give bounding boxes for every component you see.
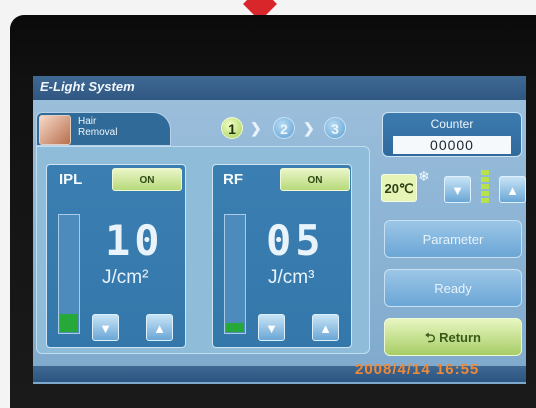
cooling-level-segment (481, 170, 489, 175)
return-label: Return (439, 330, 481, 345)
rf-energy-unit: J/cm³ (268, 267, 315, 288)
photo-timestamp: 2008/4/14 16:55 (355, 361, 480, 378)
return-arrow-icon: ⮌ (425, 330, 436, 345)
counter-value: 00000 (393, 136, 511, 154)
ipl-energy-unit: J/cm² (102, 267, 149, 288)
triangle-up-icon: ▲ (506, 183, 519, 198)
step-arrow-icon: ❯ (303, 120, 315, 136)
rf-level-fill (226, 322, 244, 332)
triangle-up-icon: ▲ (319, 321, 332, 336)
cooling-level-indicator (481, 170, 489, 204)
counter-label: Counter (430, 117, 474, 131)
ipl-decrease-button[interactable]: ▼ (92, 314, 119, 341)
system-title: E-Light System (40, 79, 135, 94)
rf-energy-value: 05 (266, 216, 325, 265)
return-button[interactable]: ⮌ Return (384, 318, 522, 356)
rf-level-bar (224, 214, 246, 334)
cooling-level-segment (481, 191, 489, 196)
rf-increase-button[interactable]: ▲ (312, 314, 339, 341)
hair-removal-icon (39, 115, 71, 145)
mode-label: Hair Removal (78, 116, 117, 138)
ipl-level-fill (60, 314, 78, 332)
parameter-button[interactable]: Parameter (384, 220, 522, 258)
step-3[interactable]: 3 (324, 117, 346, 139)
cooling-level-segment (481, 198, 489, 203)
temperature-decrease-button[interactable]: ▼ (444, 176, 471, 203)
ipl-label: IPL (59, 171, 83, 188)
temperature-readout: 20℃ (381, 174, 417, 202)
mode-label-line1: Hair (78, 116, 97, 127)
triangle-up-icon: ▲ (153, 321, 166, 336)
mode-label-line2: Removal (78, 127, 118, 138)
snowflake-icon: ❄ (418, 168, 430, 184)
rf-on-toggle[interactable]: ON (280, 168, 350, 191)
ipl-level-bar (58, 214, 80, 334)
triangle-down-icon: ▼ (451, 183, 464, 198)
step-1[interactable]: 1 (221, 117, 243, 139)
ipl-on-toggle[interactable]: ON (112, 168, 182, 191)
cooling-level-segment (481, 184, 489, 189)
ipl-energy-value: 10 (105, 216, 164, 265)
triangle-down-icon: ▼ (265, 321, 278, 336)
ipl-increase-button[interactable]: ▲ (146, 314, 173, 341)
ready-button[interactable]: Ready (384, 269, 522, 307)
step-arrow-icon: ❯ (250, 120, 262, 136)
rf-decrease-button[interactable]: ▼ (258, 314, 285, 341)
temperature-increase-button[interactable]: ▲ (499, 176, 526, 203)
rf-label: RF (223, 171, 243, 188)
cooling-level-segment (481, 177, 489, 182)
step-2[interactable]: 2 (273, 117, 295, 139)
triangle-down-icon: ▼ (99, 321, 112, 336)
